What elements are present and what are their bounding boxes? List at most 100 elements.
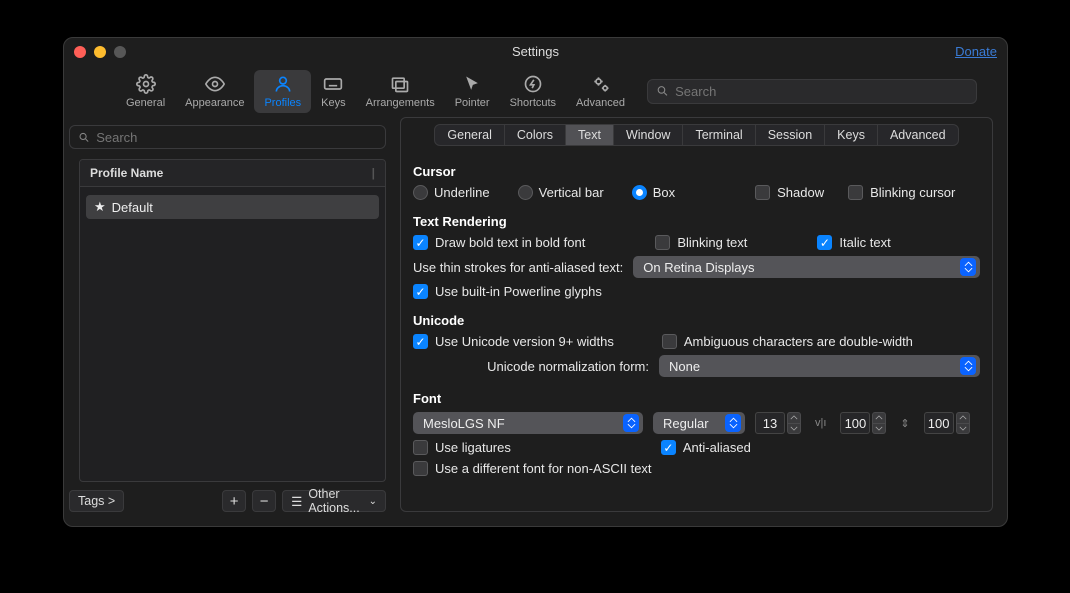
font-family-select[interactable]: MesloLGS NF <box>413 412 643 434</box>
step-down[interactable] <box>787 424 801 435</box>
check-label: Anti-aliased <box>683 440 751 455</box>
ambiguous-width-check[interactable]: Ambiguous characters are double-width <box>662 334 913 349</box>
toolbar-label: General <box>126 97 165 109</box>
step-down[interactable] <box>956 424 970 435</box>
toolbar-shortcuts[interactable]: Shortcuts <box>500 70 566 113</box>
toolbar-general[interactable]: General <box>116 70 175 113</box>
bold-text-check[interactable]: Draw bold text in bold font <box>413 235 585 250</box>
nonascii-font-check[interactable]: Use a different font for non-ASCII text <box>413 461 652 476</box>
toolbar-search[interactable] <box>647 79 977 104</box>
powerline-check[interactable]: Use built-in Powerline glyphs <box>413 284 602 299</box>
toolbar-label: Profiles <box>264 97 301 109</box>
profile-table-header: Profile Name | <box>80 160 385 187</box>
search-icon <box>656 84 669 98</box>
profile-list[interactable]: ★ Default <box>80 187 385 481</box>
font-size-stepper[interactable] <box>787 412 801 434</box>
toolbar-keys[interactable]: Keys <box>311 70 355 113</box>
select-value: None <box>669 359 700 374</box>
cursor-blinking-check[interactable]: Blinking cursor <box>848 185 955 200</box>
radio-label: Vertical bar <box>539 185 604 200</box>
search-icon <box>78 131 90 144</box>
vspace-stepper[interactable] <box>956 412 970 434</box>
unicode-norm-select[interactable]: None <box>659 355 980 377</box>
toolbar-pointer[interactable]: Pointer <box>445 70 500 113</box>
toolbar-search-input[interactable] <box>675 84 968 99</box>
chevron-updown-icon <box>960 258 976 276</box>
tags-button[interactable]: Tags > <box>69 490 124 512</box>
check-label: Use a different font for non-ASCII text <box>435 461 652 476</box>
gears-icon <box>589 74 613 95</box>
hspace-icon: v|ı <box>811 417 830 429</box>
profile-row[interactable]: ★ Default <box>86 195 379 219</box>
check-label: Italic text <box>839 235 890 250</box>
section-unicode: Unicode <box>413 313 980 328</box>
step-up[interactable] <box>956 412 970 424</box>
vspace-icon: ⇕ <box>896 417 913 430</box>
step-up[interactable] <box>872 412 886 424</box>
select-value: MesloLGS NF <box>423 416 505 431</box>
window-controls <box>74 46 126 58</box>
font-size-field[interactable]: 13 <box>755 412 801 434</box>
close-button[interactable] <box>74 46 86 58</box>
minimize-button[interactable] <box>94 46 106 58</box>
chevron-down-icon: ⌄ <box>369 496 377 507</box>
tab-colors[interactable]: Colors <box>504 125 565 145</box>
font-size-value[interactable]: 13 <box>755 412 785 434</box>
hspace-value[interactable]: 100 <box>840 412 870 434</box>
tab-text[interactable]: Text <box>565 125 613 145</box>
tab-window[interactable]: Window <box>613 125 682 145</box>
toolbar-appearance[interactable]: Appearance <box>175 70 254 113</box>
tab-advanced[interactable]: Advanced <box>877 125 958 145</box>
toolbar-arrangements[interactable]: Arrangements <box>356 70 445 113</box>
check-label: Shadow <box>777 185 824 200</box>
step-down[interactable] <box>872 424 886 435</box>
cursor-box-radio[interactable]: Box <box>632 185 675 200</box>
tab-terminal[interactable]: Terminal <box>682 125 754 145</box>
toolbar-advanced[interactable]: Advanced <box>566 70 635 113</box>
tab-session[interactable]: Session <box>755 125 824 145</box>
step-up[interactable] <box>787 412 801 424</box>
person-icon <box>271 74 295 95</box>
antialiased-check[interactable]: Anti-aliased <box>661 440 751 455</box>
ligatures-check[interactable]: Use ligatures <box>413 440 511 455</box>
select-value: Regular <box>663 416 709 431</box>
check-label: Use built-in Powerline glyphs <box>435 284 602 299</box>
cursor-underline-radio[interactable]: Underline <box>413 185 490 200</box>
main: Profile Name | ★ Default Tags > + − ☰ <box>64 117 1007 526</box>
add-profile-button[interactable]: + <box>222 490 246 512</box>
vspace-value[interactable]: 100 <box>924 412 954 434</box>
other-actions-menu[interactable]: ☰ Other Actions... ⌄ <box>282 490 386 512</box>
hspace-field[interactable]: 100 <box>840 412 886 434</box>
select-value: On Retina Displays <box>643 260 754 275</box>
thin-strokes-label: Use thin strokes for anti-aliased text: <box>413 260 623 275</box>
profile-search[interactable] <box>69 125 386 149</box>
cursor-shadow-check[interactable]: Shadow <box>755 185 824 200</box>
blinking-text-check[interactable]: Blinking text <box>655 235 747 250</box>
menu-icon: ☰ <box>291 494 302 509</box>
tabs: General Colors Text Window Terminal Sess… <box>434 124 958 146</box>
font-weight-select[interactable]: Regular <box>653 412 745 434</box>
tab-general[interactable]: General <box>435 125 503 145</box>
other-actions-label: Other Actions... <box>308 487 368 515</box>
unicode-v9-check[interactable]: Use Unicode version 9+ widths <box>413 334 614 349</box>
hspace-stepper[interactable] <box>872 412 886 434</box>
italic-text-check[interactable]: Italic text <box>817 235 890 250</box>
profile-search-input[interactable] <box>96 130 377 145</box>
keyboard-icon <box>321 74 345 95</box>
cursor-icon <box>460 74 484 95</box>
section-font: Font <box>413 391 980 406</box>
unicode-norm-label: Unicode normalization form: <box>413 359 649 374</box>
remove-profile-button[interactable]: − <box>252 490 276 512</box>
bolt-icon <box>521 74 545 95</box>
vspace-field[interactable]: 100 <box>924 412 970 434</box>
toolbar-profiles[interactable]: Profiles <box>254 70 311 113</box>
tab-keys[interactable]: Keys <box>824 125 877 145</box>
zoom-button[interactable] <box>114 46 126 58</box>
cursor-vertical-radio[interactable]: Vertical bar <box>518 185 604 200</box>
check-label: Draw bold text in bold font <box>435 235 585 250</box>
section-cursor: Cursor <box>413 164 980 179</box>
check-label: Blinking text <box>677 235 747 250</box>
donate-link[interactable]: Donate <box>955 44 997 59</box>
toolbar: General Appearance Profiles Keys Arrange… <box>64 65 1007 117</box>
thin-strokes-select[interactable]: On Retina Displays <box>633 256 980 278</box>
